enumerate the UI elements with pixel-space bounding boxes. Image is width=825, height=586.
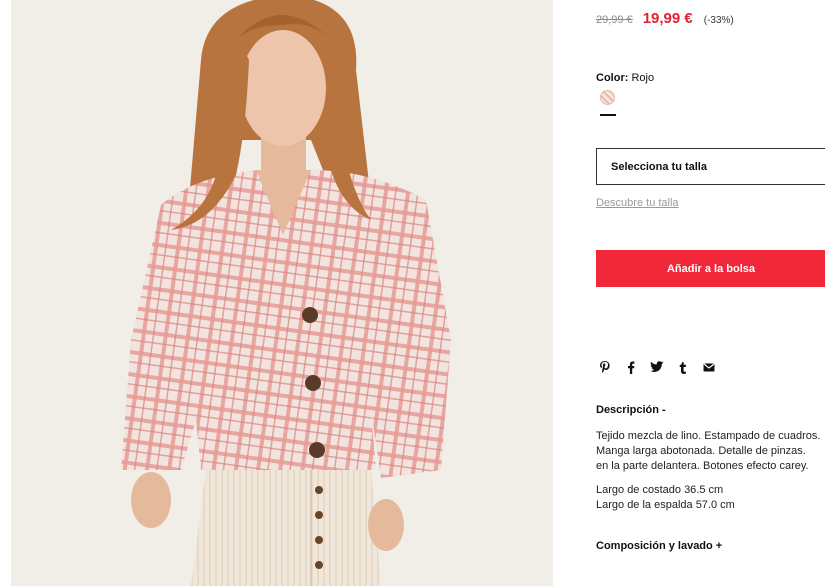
product-photo-illustration [11, 0, 553, 586]
description-body: Tejido mezcla de lino. Estampado de cuad… [596, 429, 825, 513]
facebook-icon[interactable] [622, 359, 639, 375]
discount-badge: (-33%) [703, 15, 734, 26]
share-bar [596, 359, 717, 375]
size-select-label: Selecciona tu talla [611, 160, 707, 173]
product-image[interactable] [11, 0, 553, 586]
description-line: Tejido mezcla de lino. Estampado de cuad… [596, 430, 821, 442]
tumblr-icon[interactable] [674, 359, 691, 375]
sale-price: 19,99 € [642, 10, 693, 27]
add-to-bag-button[interactable]: Añadir a la bolsa [596, 250, 825, 287]
size-guide-link[interactable]: Descubre tu talla [596, 197, 679, 209]
color-value: Rojo [631, 72, 655, 84]
measure-line: Largo de la espalda 57.0 cm [596, 499, 735, 511]
pinterest-icon[interactable] [596, 359, 613, 375]
twitter-icon[interactable] [648, 359, 665, 375]
email-icon[interactable] [700, 359, 717, 375]
measure-line: Largo de costado 36.5 cm [596, 484, 724, 496]
color-swatch-rojo[interactable] [600, 90, 615, 105]
description-line: en la parte delantera. Botones efecto ca… [596, 460, 809, 472]
product-info-panel: 29,99 € 19,99 € (-33%) Color: Rojo Selec… [596, 0, 825, 586]
size-select[interactable]: Selecciona tu talla [596, 148, 825, 185]
selected-swatch-indicator [600, 114, 616, 116]
price-row: 29,99 € 19,99 € (-33%) [596, 10, 734, 27]
description-line: Manga larga abotonada. Detalle de pinzas… [596, 445, 806, 457]
original-price: 29,99 € [596, 14, 633, 26]
color-label: Color: [596, 72, 629, 84]
add-to-bag-label: Añadir a la bolsa [666, 262, 756, 275]
color-row: Color: Rojo [596, 72, 654, 84]
description-heading[interactable]: Descripción - [596, 404, 666, 416]
composition-heading[interactable]: Composición y lavado + [596, 540, 722, 552]
